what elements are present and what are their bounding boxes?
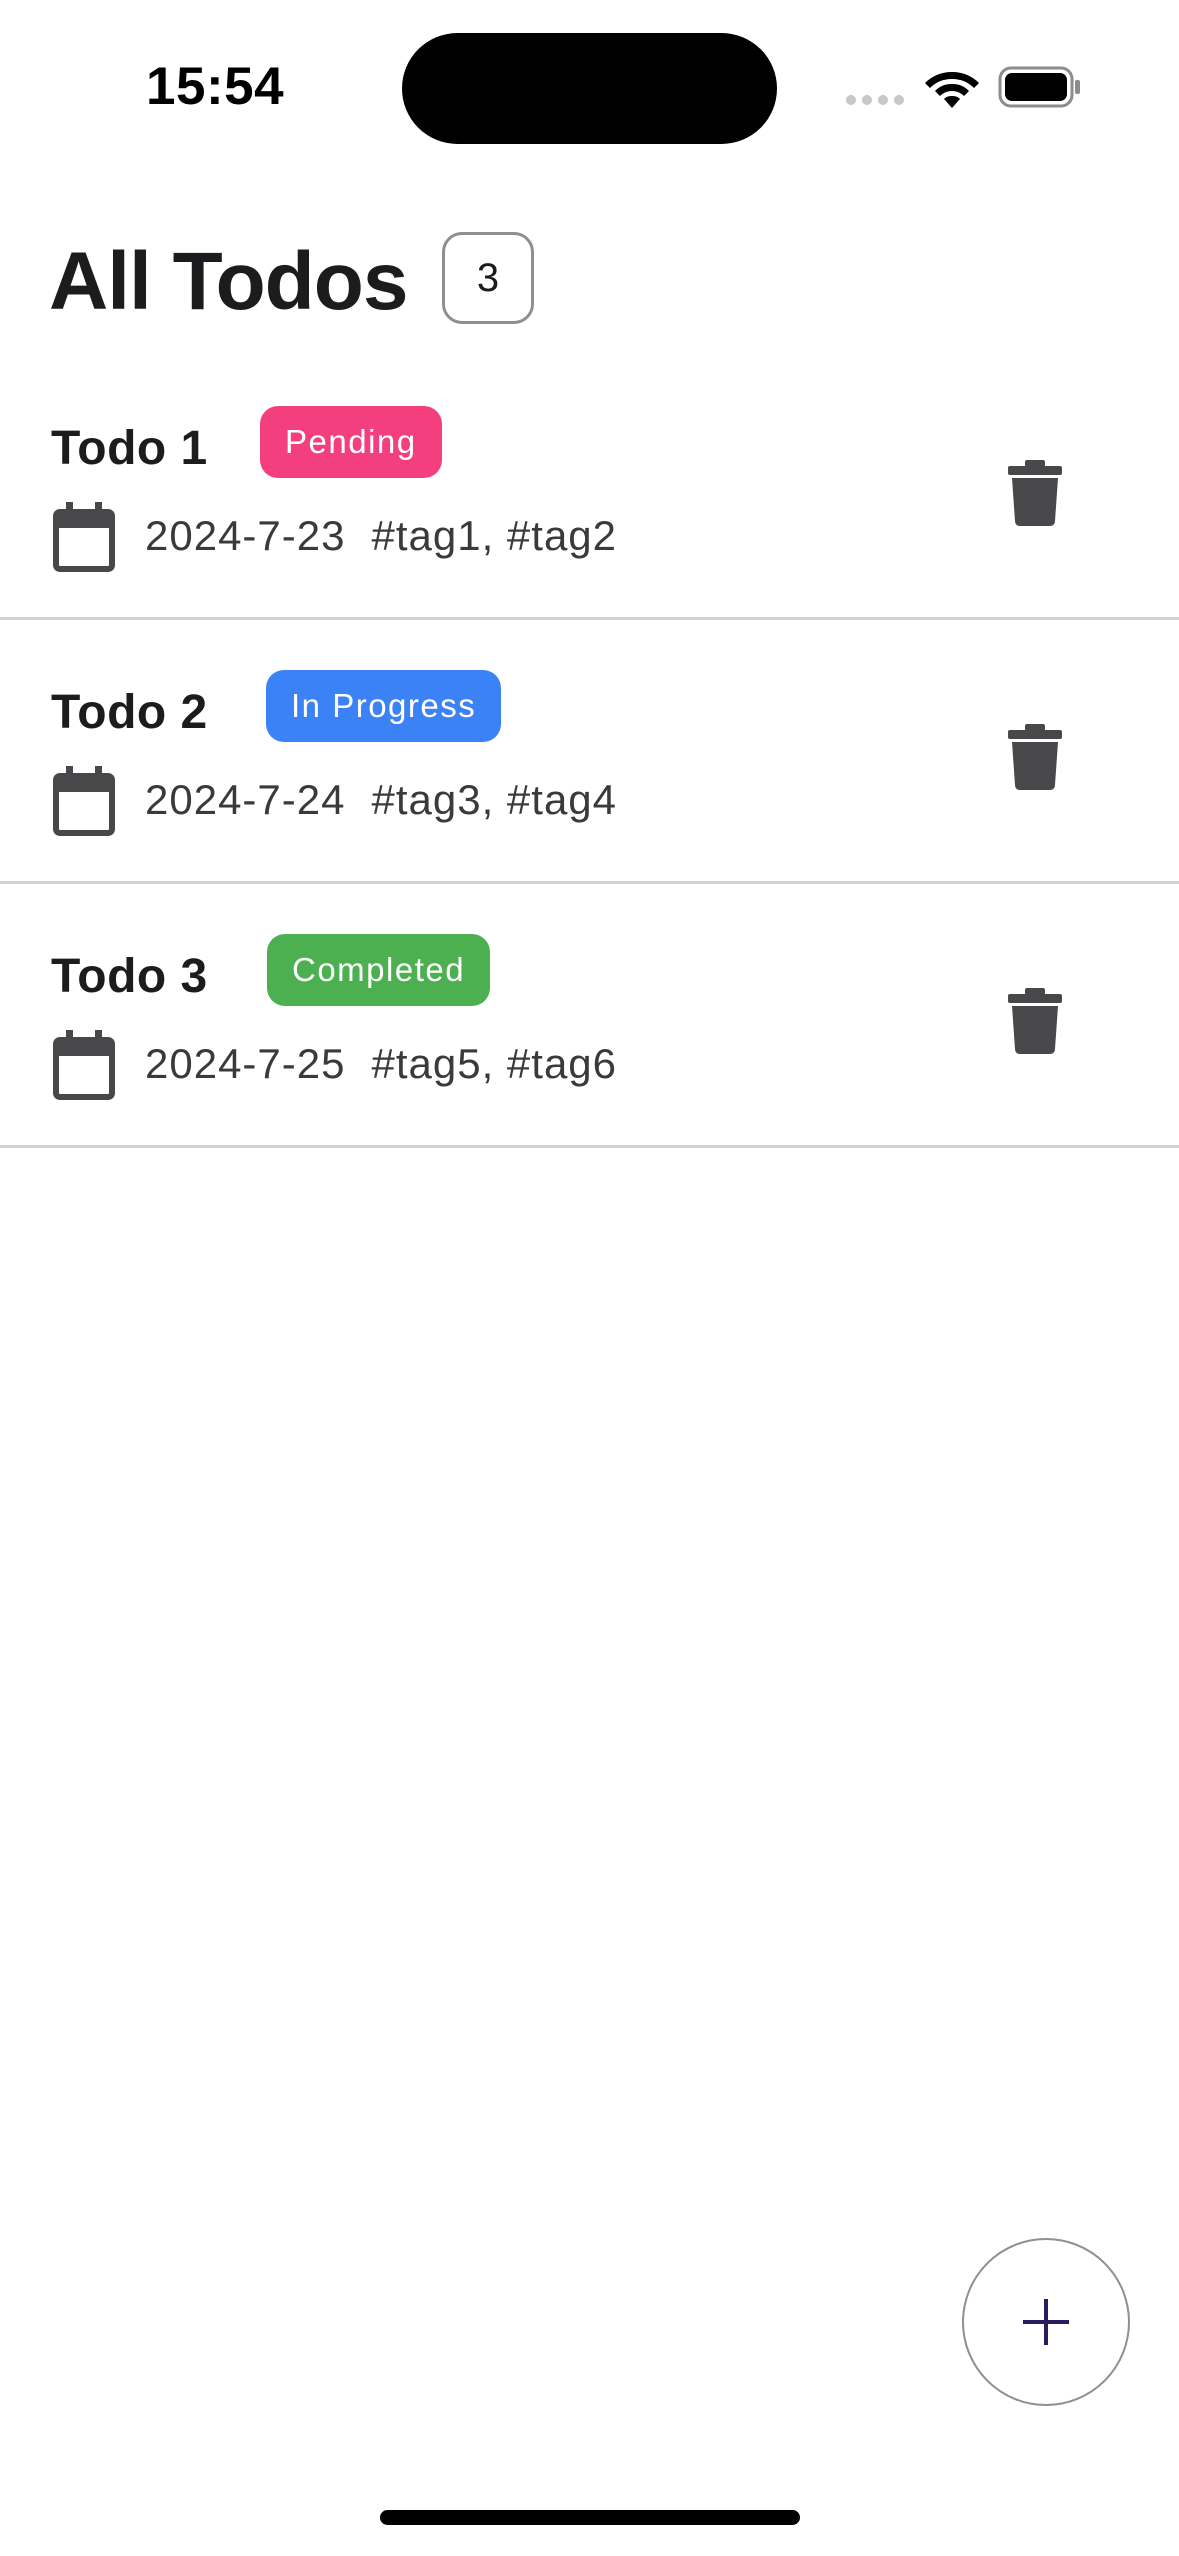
todo-meta: 2024-7-25 #tag5, #tag6 xyxy=(145,1034,617,1094)
todo-title: Todo 1 xyxy=(51,422,208,475)
todo-title: Todo 2 xyxy=(51,686,208,739)
dynamic-island xyxy=(402,33,777,144)
status-bar: 15:54 xyxy=(0,0,1179,180)
todo-date: 2024-7-23 xyxy=(145,512,346,559)
delete-button[interactable] xyxy=(1006,988,1064,1054)
trash-icon xyxy=(1008,988,1062,1054)
todo-item[interactable]: Todo 3 Completed 2024-7-25 #tag5, #tag6 xyxy=(0,884,1179,1148)
todo-count-badge: 3 xyxy=(442,232,534,324)
todo-list: Todo 1 Pending 2024-7-23 #tag1, #tag2 Tod… xyxy=(0,356,1179,1148)
status-badge: In Progress xyxy=(266,670,502,742)
todo-item[interactable]: Todo 1 Pending 2024-7-23 #tag1, #tag2 xyxy=(0,356,1179,620)
plus-icon xyxy=(1023,2299,1069,2345)
delete-button[interactable] xyxy=(1006,724,1064,790)
todo-meta: 2024-7-24 #tag3, #tag4 xyxy=(145,770,617,830)
status-badge: Completed xyxy=(267,934,491,1006)
cellular-signal-icon xyxy=(846,95,904,105)
trash-icon xyxy=(1008,460,1062,526)
delete-button[interactable] xyxy=(1006,460,1064,526)
trash-icon xyxy=(1008,724,1062,790)
calendar-icon xyxy=(53,766,115,836)
todo-meta: 2024-7-23 #tag1, #tag2 xyxy=(145,506,617,566)
home-indicator xyxy=(380,2510,800,2525)
todo-item[interactable]: Todo 2 In Progress 2024-7-24 #tag3, #tag4 xyxy=(0,620,1179,884)
battery-icon xyxy=(998,66,1080,108)
wifi-icon xyxy=(925,72,979,108)
add-todo-button[interactable] xyxy=(962,2238,1130,2406)
todo-date: 2024-7-24 xyxy=(145,776,346,823)
todo-title: Todo 3 xyxy=(51,950,208,1003)
page-title: All Todos xyxy=(49,236,408,327)
calendar-icon xyxy=(53,1030,115,1100)
todo-tags: #tag5, #tag6 xyxy=(371,1040,618,1087)
todo-tags: #tag3, #tag4 xyxy=(371,776,618,823)
status-time: 15:54 xyxy=(146,57,285,116)
todo-tags: #tag1, #tag2 xyxy=(371,512,618,559)
status-badge: Pending xyxy=(260,406,442,478)
todo-date: 2024-7-25 xyxy=(145,1040,346,1087)
calendar-icon xyxy=(53,502,115,572)
